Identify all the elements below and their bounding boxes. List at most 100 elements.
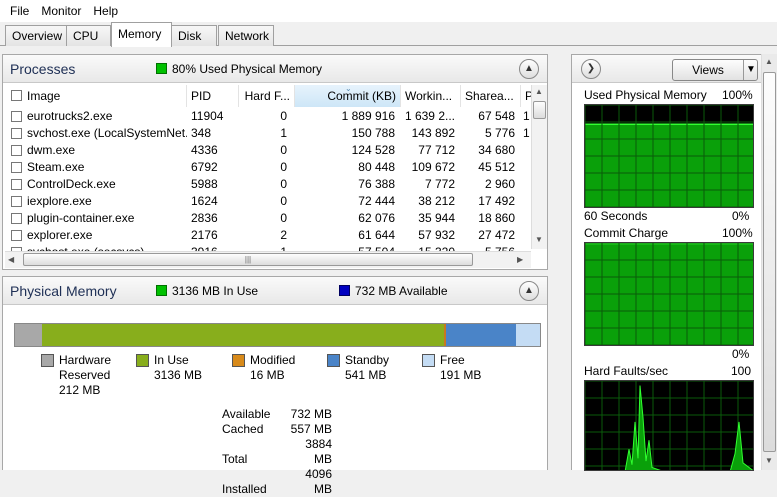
stat-total: Total 3884 MB	[222, 437, 332, 467]
cell-hard-faults: 0	[280, 160, 287, 174]
processes-table: Image PID Hard F... ⌄ Commit (KB) Workin…	[5, 85, 533, 303]
hardware-color-swatch	[41, 354, 54, 367]
views-divider	[743, 60, 744, 80]
collapse-physical-memory-button[interactable]: ▲	[519, 281, 539, 301]
table-row[interactable]: iexplore.exe 1624 0 72 444 38 212 17 492	[5, 193, 533, 210]
tab-disk[interactable]: Disk	[171, 25, 217, 46]
cell-pid: 6792	[191, 160, 218, 174]
tab-strip: Overview CPU Memory Disk Network	[0, 22, 777, 47]
cell-hard-faults: 0	[280, 109, 287, 123]
available-legend-icon	[339, 285, 350, 296]
table-row[interactable]: explorer.exe 2176 2 61 644 57 932 27 472	[5, 227, 533, 244]
used-physical-max: 100%	[722, 88, 753, 102]
in-use-status-text: 3136 MB In Use	[172, 284, 259, 298]
cell-hard-faults: 0	[280, 143, 287, 157]
vertical-scroll-thumb[interactable]	[533, 101, 546, 119]
table-row[interactable]: ControlDeck.exe 5988 0 76 388 7 772 2 960	[5, 176, 533, 193]
tab-network[interactable]: Network	[218, 25, 274, 46]
free-color-swatch	[422, 354, 435, 367]
used-physical-graph	[584, 104, 754, 208]
table-row[interactable]: eurotrucks2.exe 11904 0 1 889 916 1 639 2...…	[5, 108, 533, 125]
legend-in-use-label: In Use	[154, 353, 189, 367]
cell-shareable: 34 680	[478, 143, 515, 157]
column-pid[interactable]: PID	[187, 85, 239, 107]
legend-free-value: 191 MB	[440, 368, 482, 382]
legend-standby-value: 541 MB	[345, 368, 387, 382]
used-physical-min: 0%	[732, 209, 750, 223]
stat-value: 3884 MB	[305, 437, 332, 466]
processes-vertical-scrollbar[interactable]: ▲ ▼	[531, 85, 547, 249]
cell-commit: 150 788	[351, 126, 395, 140]
chevron-right-icon: ❯	[586, 63, 596, 74]
graph-duration: 60 Seconds	[584, 209, 648, 223]
stat-installed: Installed 4096 MB	[222, 467, 332, 497]
column-hard-faults[interactable]: Hard F...	[239, 85, 295, 107]
table-row[interactable]: plugin-container.exe 2836 0 62 076 35 944 18 …	[5, 210, 533, 227]
available-status: 732 MB Available	[339, 284, 448, 298]
column-working-set[interactable]: Workin...	[401, 85, 461, 107]
legend-hardware-value: 212 MB	[59, 383, 101, 397]
column-commit-label: Commit (KB)	[327, 89, 396, 103]
stat-label: Available	[222, 407, 271, 421]
legend-in-use-value: 3136 MB	[154, 368, 203, 382]
physical-memory-header[interactable]: Physical Memory 3136 MB In Use 732 MB Av…	[3, 277, 547, 305]
column-image[interactable]: Image	[5, 85, 187, 107]
tab-memory[interactable]: Memory	[111, 22, 172, 47]
cell-pid: 1624	[191, 194, 218, 208]
processes-title: Processes	[10, 61, 76, 77]
standby-color-swatch	[327, 354, 340, 367]
stat-available: Available 732 MB	[222, 407, 332, 422]
cell-commit: 124 528	[351, 143, 395, 157]
column-commit[interactable]: ⌄ Commit (KB)	[295, 85, 401, 107]
cell-pid: 5988	[191, 177, 218, 191]
table-row[interactable]: Steam.exe 6792 0 80 448 109 672 45 512	[5, 159, 533, 176]
tab-overview[interactable]: Overview	[5, 25, 67, 46]
window-vertical-scrollbar[interactable]: ▲ ▼	[761, 54, 777, 470]
column-shareable[interactable]: Sharea...	[461, 85, 521, 107]
processes-header[interactable]: Processes 80% Used Physical Memory ▲	[3, 55, 547, 83]
commit-charge-min: 0%	[732, 347, 750, 361]
used-memory-legend-icon	[156, 63, 167, 74]
hard-faults-graph	[584, 380, 754, 471]
processes-status-text: 80% Used Physical Memory	[172, 62, 323, 76]
menu-help[interactable]: Help	[87, 4, 124, 18]
scroll-up-icon[interactable]: ▲	[535, 87, 543, 96]
cell-shareable: 27 472	[478, 228, 515, 242]
cell-commit: 72 444	[358, 194, 395, 208]
sort-arrow-icon: ⌄	[345, 85, 352, 93]
cell-hard-faults: 0	[280, 194, 287, 208]
table-row[interactable]: svchost.exe (LocalSystemNet... 348 1 150 78…	[5, 125, 533, 142]
cell-working-set: 77 712	[418, 143, 455, 157]
legend-hardware-label: Hardware	[59, 353, 112, 367]
views-label: Views	[692, 63, 724, 77]
scroll-down-icon[interactable]: ▼	[765, 456, 773, 465]
views-dropdown[interactable]: Views ▼	[672, 59, 758, 81]
chevron-up-icon: ▲	[524, 63, 534, 74]
menu-monitor[interactable]: Monitor	[35, 4, 87, 18]
commit-charge-title: Commit Charge	[584, 226, 669, 240]
cell-pid: 4336	[191, 143, 218, 157]
cell-image: explorer.exe	[27, 228, 93, 242]
collapse-graphs-button[interactable]: ❯	[581, 59, 601, 79]
collapse-processes-button[interactable]: ▲	[519, 59, 539, 79]
scroll-up-icon[interactable]: ▲	[765, 57, 773, 66]
window-scroll-thumb[interactable]	[763, 72, 776, 452]
cell-image: plugin-container.exe	[27, 211, 135, 225]
cell-image: dwm.exe	[27, 143, 76, 157]
in-use-status: 3136 MB In Use	[156, 284, 258, 298]
scroll-down-icon[interactable]: ▼	[535, 235, 543, 244]
cell-shareable: 67 548	[478, 109, 515, 123]
menu-file[interactable]: File	[4, 4, 35, 18]
scroll-right-icon[interactable]: ▶	[517, 255, 523, 264]
processes-horizontal-scrollbar[interactable]: ◀ ||| ▶	[5, 251, 531, 268]
table-row[interactable]: dwm.exe 4336 0 124 528 77 712 34 680	[5, 142, 533, 159]
tab-cpu[interactable]: CPU	[66, 25, 111, 46]
legend-free-label: Free	[440, 353, 465, 367]
dropdown-arrow-icon: ▼	[746, 64, 756, 75]
scroll-left-icon[interactable]: ◀	[8, 255, 14, 264]
select-all-checkbox[interactable]	[11, 90, 22, 101]
stat-label: Cached	[222, 422, 264, 436]
processes-pane: Processes 80% Used Physical Memory ▲ Ima…	[2, 54, 548, 270]
modified-color-swatch	[232, 354, 245, 367]
horizontal-scroll-thumb[interactable]: |||	[23, 253, 473, 266]
